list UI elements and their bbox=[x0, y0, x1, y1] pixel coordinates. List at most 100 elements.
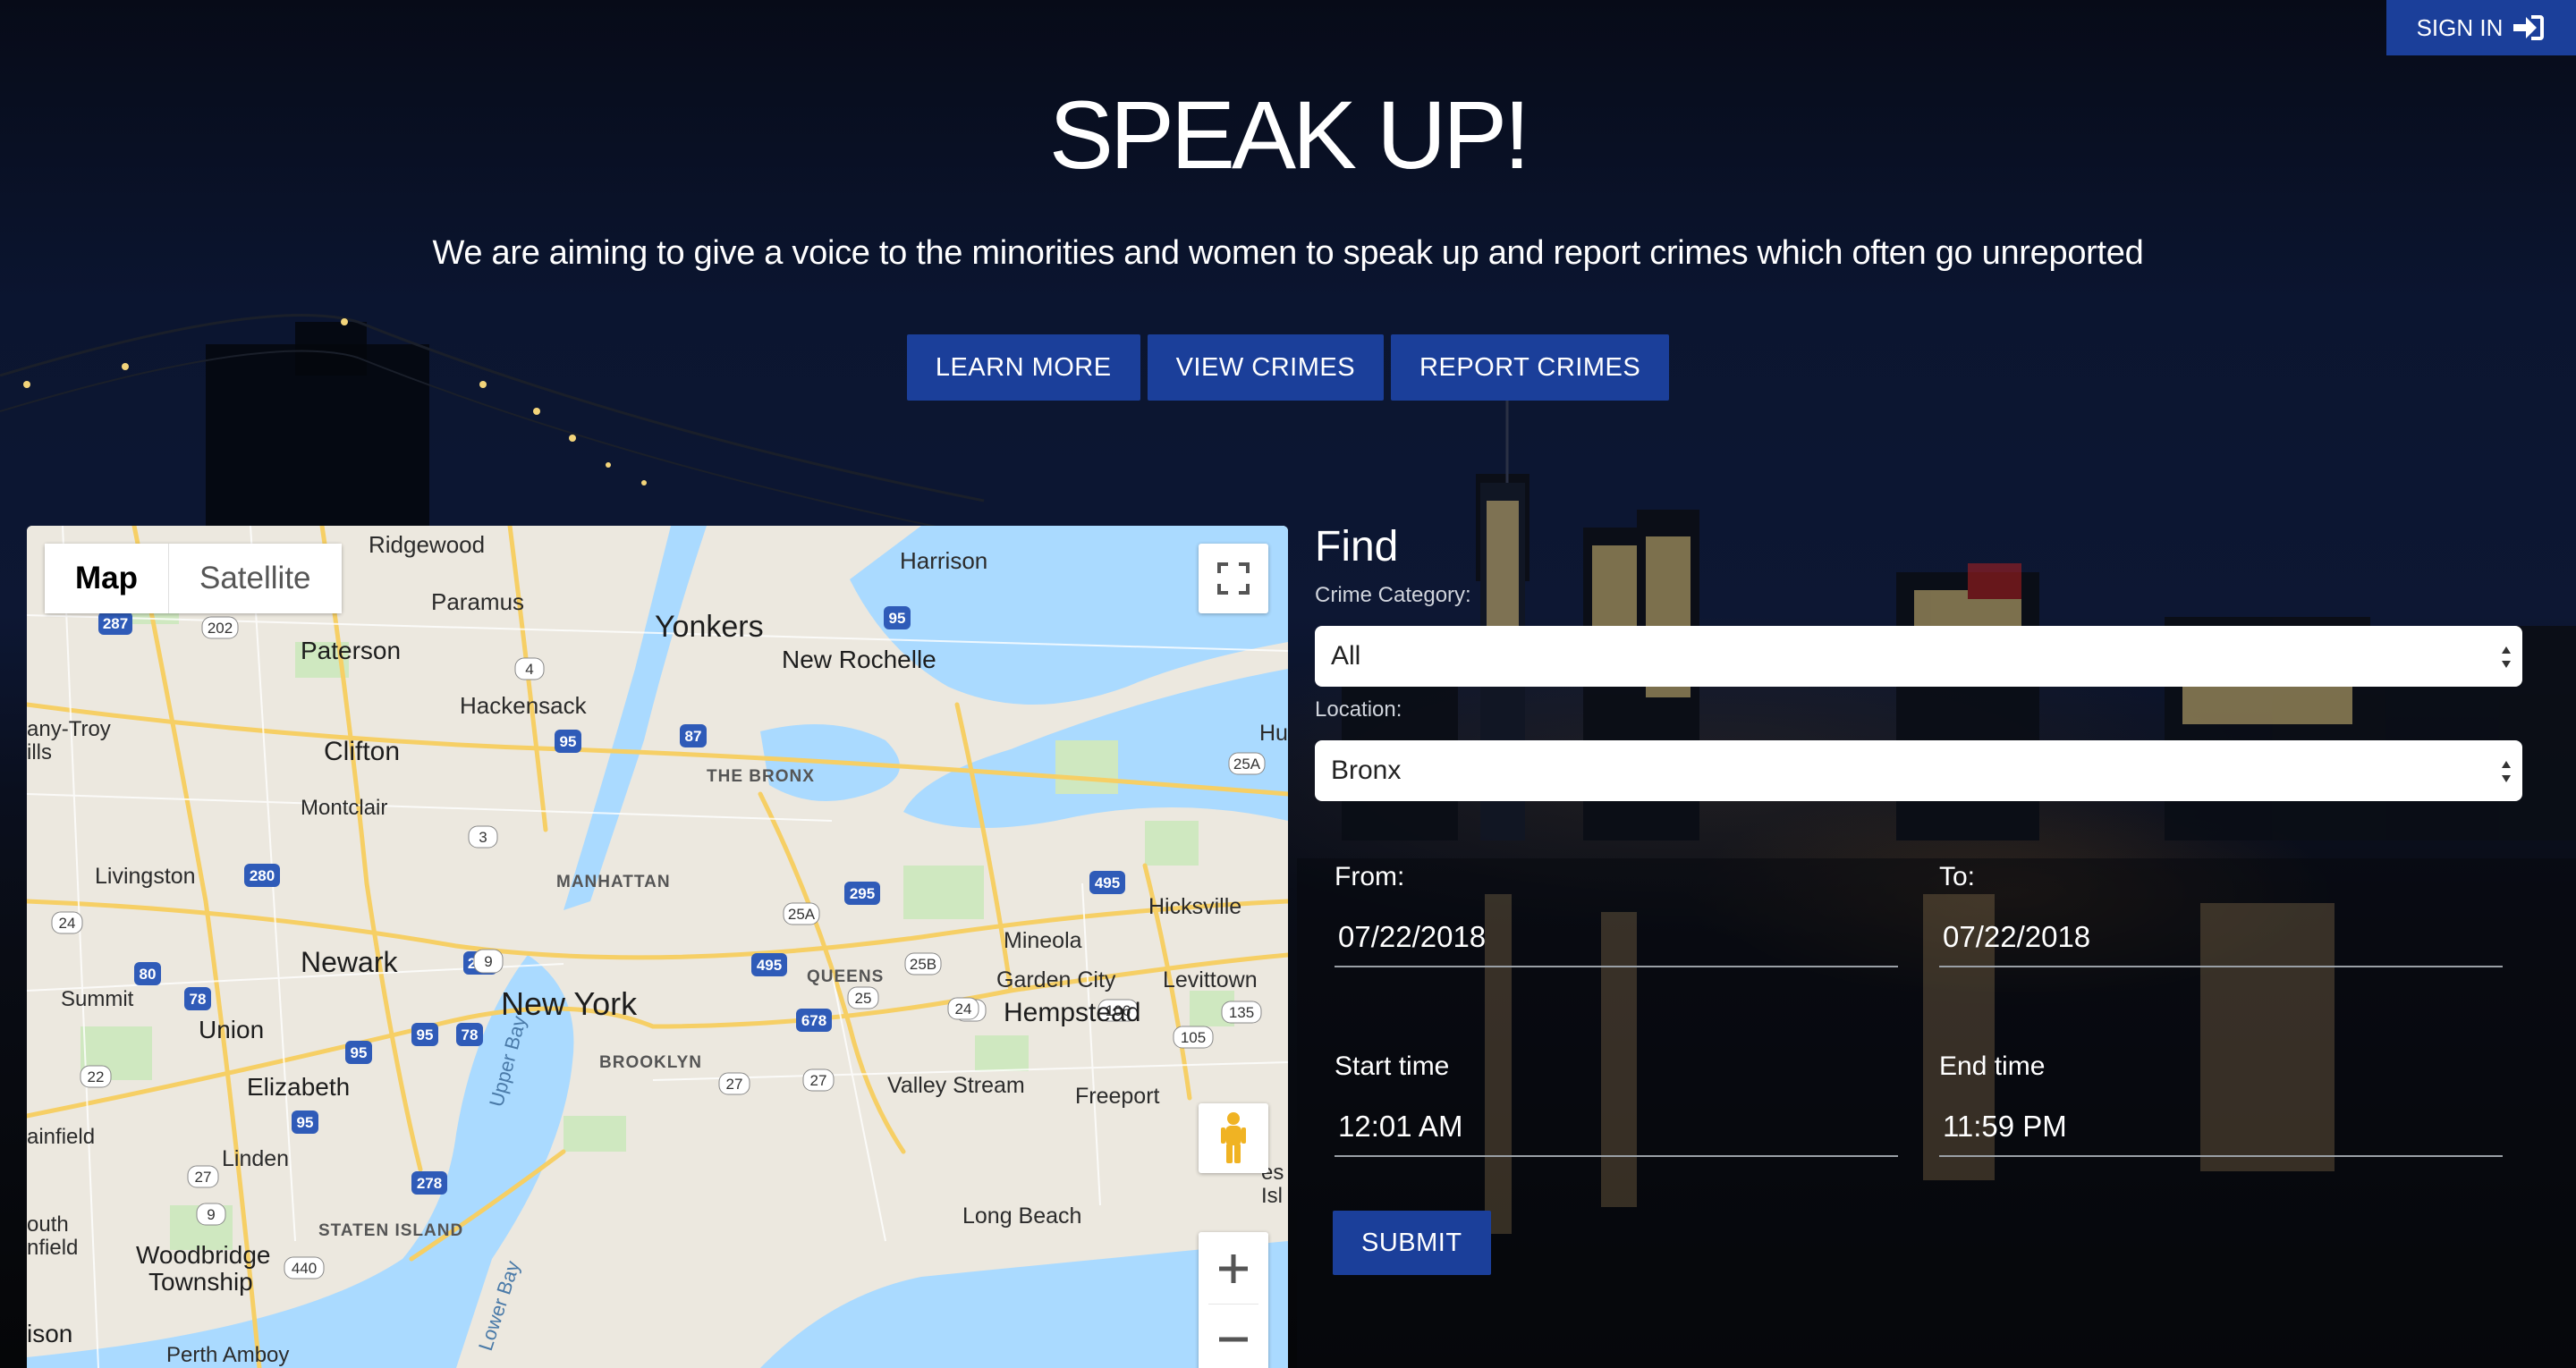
map-label-montclair: Montclair bbox=[301, 796, 388, 820]
shield-495-east: 495 bbox=[1095, 874, 1120, 891]
shield-78-east: 78 bbox=[462, 1026, 479, 1043]
map-label-queens: QUEENS bbox=[807, 967, 885, 986]
map-label-valley-stream: Valley Stream bbox=[887, 1073, 1025, 1098]
map-label-newark: Newark bbox=[301, 946, 398, 978]
map-label-brooklyn: BROOKLYN bbox=[599, 1053, 702, 1072]
shield-27: 27 bbox=[726, 1076, 743, 1093]
map-zoom-control bbox=[1199, 1232, 1268, 1368]
shield-78: 78 bbox=[190, 991, 207, 1008]
map-label-woodbridge: Woodbridge bbox=[136, 1241, 271, 1269]
location-value: Bronx bbox=[1331, 756, 1402, 785]
shield-202: 202 bbox=[208, 620, 233, 637]
minus-icon bbox=[1219, 1337, 1248, 1341]
shield-25b: 25B bbox=[910, 956, 936, 973]
shield-95-north: 95 bbox=[889, 610, 906, 627]
location-select[interactable]: Bronx bbox=[1315, 740, 2522, 801]
end-time-input[interactable]: 11:59 PM bbox=[1939, 1098, 2503, 1157]
submit-button[interactable]: SUBMIT bbox=[1333, 1211, 1491, 1275]
map-label-the-bronx: THE BRONX bbox=[707, 767, 815, 786]
shield-105: 105 bbox=[1181, 1029, 1206, 1046]
pegman-icon bbox=[1221, 1112, 1246, 1163]
from-date-input[interactable]: 07/22/2018 bbox=[1335, 908, 1898, 967]
map-label-perth-amboy: Perth Amboy bbox=[166, 1343, 290, 1367]
zoom-in-button[interactable] bbox=[1199, 1233, 1268, 1304]
shield-4: 4 bbox=[525, 661, 533, 678]
sign-in-button[interactable]: SIGN IN bbox=[2386, 0, 2576, 55]
shield-440: 440 bbox=[292, 1260, 317, 1277]
map-label-hackensack: Hackensack bbox=[460, 692, 587, 719]
crime-map[interactable]: 287 278 495 295 678 495 280 278 95 80 87… bbox=[27, 526, 1288, 1368]
view-crimes-button[interactable]: VIEW CRIMES bbox=[1147, 334, 1385, 401]
shield-25a: 25A bbox=[788, 906, 816, 923]
start-time-input[interactable]: 12:01 AM bbox=[1335, 1098, 1898, 1157]
shield-87: 87 bbox=[685, 728, 702, 745]
zoom-out-button[interactable] bbox=[1199, 1304, 1268, 1368]
to-date-value: 07/22/2018 bbox=[1943, 920, 2091, 953]
map-label-levittown: Levittown bbox=[1163, 967, 1258, 992]
map-street-view-button[interactable] bbox=[1199, 1103, 1268, 1173]
shield-3: 3 bbox=[479, 829, 487, 846]
map-label-linden: Linden bbox=[222, 1146, 290, 1171]
map-label-nfield: nfield bbox=[27, 1236, 79, 1260]
map-fullscreen-button[interactable] bbox=[1199, 544, 1268, 613]
shield-287: 287 bbox=[103, 615, 128, 632]
map-label-isl: Isl bbox=[1261, 1184, 1283, 1208]
find-title: Find bbox=[1315, 523, 1399, 570]
crime-category-label: Crime Category: bbox=[1315, 583, 1471, 607]
end-time-label: End time bbox=[1939, 1051, 2046, 1081]
map-label-summit: Summit bbox=[61, 987, 134, 1011]
location-label: Location: bbox=[1315, 697, 1402, 722]
shield-9: 9 bbox=[484, 953, 492, 970]
map-label-long-beach: Long Beach bbox=[962, 1203, 1082, 1229]
sign-in-label: SIGN IN bbox=[2416, 13, 2504, 41]
map-label-paterson: Paterson bbox=[301, 637, 402, 664]
map-label-elizabeth: Elizabeth bbox=[247, 1073, 351, 1101]
shield-95-elizabeth: 95 bbox=[297, 1114, 314, 1131]
shield-95: 95 bbox=[560, 733, 577, 750]
shield-25a-east: 25A bbox=[1233, 756, 1261, 773]
from-date-label: From: bbox=[1335, 862, 1405, 891]
shield-22: 22 bbox=[88, 1068, 105, 1085]
shield-27-east: 27 bbox=[810, 1072, 827, 1089]
plus-icon bbox=[1219, 1254, 1248, 1283]
map-label-livingston: Livingston bbox=[95, 864, 196, 889]
map-label-mineola: Mineola bbox=[1004, 928, 1082, 953]
end-time-value: 11:59 PM bbox=[1943, 1110, 2067, 1143]
map-type-satellite-button[interactable]: Satellite bbox=[169, 544, 342, 613]
hero-button-group: LEARN MORE VIEW CRIMES REPORT CRIMES bbox=[0, 334, 2576, 401]
map-label-freeport: Freeport bbox=[1075, 1084, 1160, 1109]
to-date-input[interactable]: 07/22/2018 bbox=[1939, 908, 2503, 967]
shield-95-west: 95 bbox=[417, 1026, 434, 1043]
map-label-manhattan: MANHATTAN bbox=[556, 873, 671, 891]
map-label-harrison: Harrison bbox=[900, 547, 988, 574]
map-label-paramus: Paramus bbox=[431, 588, 525, 615]
shield-24-west: 24 bbox=[59, 915, 76, 932]
to-date-label: To: bbox=[1939, 862, 1976, 891]
map-label-clifton: Clifton bbox=[324, 737, 401, 766]
sign-in-icon bbox=[2513, 15, 2545, 40]
shield-24-garden: 24 bbox=[955, 1001, 972, 1018]
map-type-map-button[interactable]: Map bbox=[45, 544, 169, 613]
select-arrows-icon bbox=[2502, 761, 2511, 782]
map-label-any-troy: any-Troy bbox=[27, 717, 111, 741]
fullscreen-icon bbox=[1217, 562, 1250, 595]
shield-27-linden: 27 bbox=[195, 1169, 212, 1186]
shield-95-south: 95 bbox=[351, 1044, 368, 1061]
shield-9-south: 9 bbox=[207, 1206, 215, 1223]
crime-category-value: All bbox=[1331, 641, 1361, 671]
map-label-township: Township bbox=[148, 1268, 253, 1296]
map-label-union: Union bbox=[199, 1016, 265, 1043]
crime-category-select[interactable]: All bbox=[1315, 626, 2522, 687]
select-arrows-icon bbox=[2502, 646, 2511, 668]
map-label-hicksville: Hicksville bbox=[1148, 894, 1242, 919]
learn-more-button[interactable]: LEARN MORE bbox=[906, 334, 1140, 401]
map-label-hu: Hu bbox=[1259, 721, 1288, 746]
report-crimes-button[interactable]: REPORT CRIMES bbox=[1391, 334, 1670, 401]
shield-295: 295 bbox=[850, 885, 875, 902]
shield-678: 678 bbox=[801, 1012, 826, 1029]
map-label-ills: ills bbox=[27, 740, 52, 764]
map-type-control: Map Satellite bbox=[45, 544, 342, 613]
map-label-staten-island: STATEN ISLAND bbox=[318, 1221, 464, 1240]
from-date-value: 07/22/2018 bbox=[1338, 920, 1487, 953]
start-time-label: Start time bbox=[1335, 1051, 1450, 1081]
